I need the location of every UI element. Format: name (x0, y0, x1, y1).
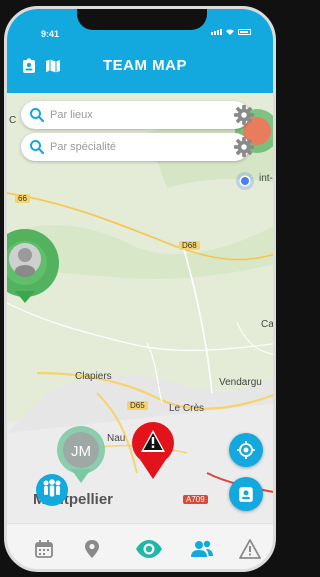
app-header: TEAM MAP (7, 45, 273, 93)
road-label-d66: 66 (15, 194, 30, 203)
recenter-button[interactable] (229, 433, 263, 467)
gear-icon[interactable] (233, 136, 255, 158)
map-label-c: C (9, 115, 17, 126)
warning-icon[interactable] (239, 538, 261, 560)
badge-icon[interactable] (21, 58, 37, 74)
road-label-d65: D65 (127, 401, 148, 410)
page-title: TEAM MAP (103, 57, 187, 74)
team-member-marker-photo[interactable] (7, 221, 69, 311)
current-location-dot (236, 172, 254, 190)
status-time: 9:41 (41, 29, 60, 39)
map-label-vendargues: Vendargu (219, 377, 262, 388)
badge-button[interactable] (229, 477, 263, 511)
map-icon[interactable] (45, 58, 61, 74)
map-label-nau: Nau (107, 433, 126, 444)
search-icon (30, 140, 45, 155)
map-label-clapiers: Clapiers (75, 371, 112, 382)
search-speciality-input[interactable] (50, 141, 200, 153)
phone-frame: 9:41 TEAM MAP C int- Ca Clapiers Vendarg… (4, 6, 276, 572)
map-label-saint: int- (259, 173, 273, 184)
search-icon (30, 108, 45, 123)
crosshair-icon (237, 441, 255, 459)
search-by-place[interactable] (21, 101, 249, 129)
search-places-input[interactable] (50, 109, 200, 121)
bottom-nav (7, 523, 273, 569)
device-notch (77, 9, 207, 30)
search-by-speciality[interactable] (21, 133, 249, 161)
wifi-icon (226, 29, 234, 35)
road-label-d68: D68 (179, 241, 200, 250)
calendar-icon[interactable] (33, 538, 55, 560)
eye-icon[interactable] (135, 538, 163, 560)
group-marker[interactable] (35, 473, 69, 507)
alert-marker[interactable] (129, 421, 177, 481)
map-label-ca: Ca (261, 319, 273, 330)
status-icons (211, 28, 251, 36)
map-label-le-cres: Le Crès (169, 403, 205, 414)
gear-icon[interactable] (233, 104, 255, 126)
road-label-a709: A709 (183, 495, 208, 504)
battery-icon (238, 29, 251, 35)
team-icon[interactable] (189, 538, 215, 560)
badge-icon (239, 487, 253, 502)
user-initials: JM (71, 443, 91, 460)
signal-icon (211, 29, 222, 35)
location-pin-icon[interactable] (81, 538, 103, 560)
